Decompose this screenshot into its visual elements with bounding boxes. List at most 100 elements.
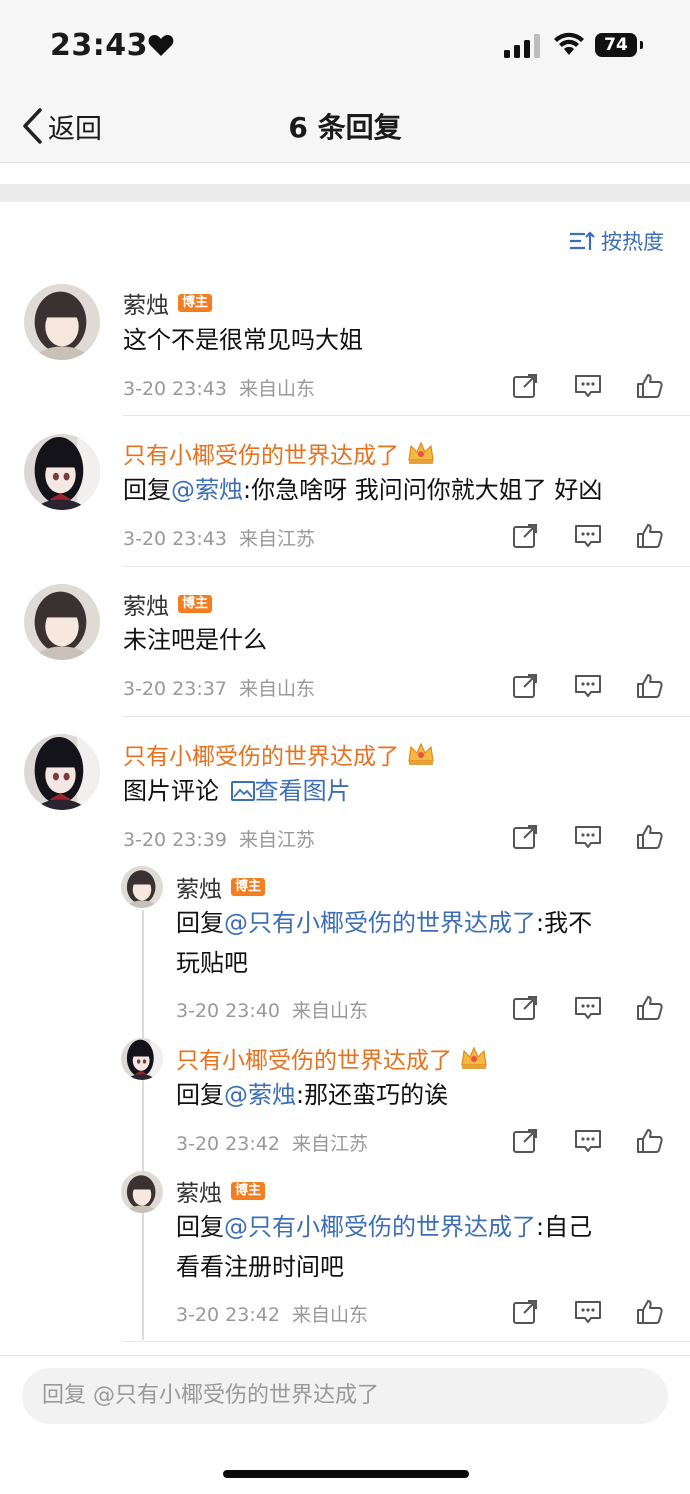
mention-link[interactable]: @只有小椰受伤的世界达成了 xyxy=(224,1213,536,1241)
view-image-label: 查看图片 xyxy=(254,777,351,805)
reply-prefix: 回复 xyxy=(176,1081,224,1109)
reply-footer: 回复 @只有小椰受伤的世界达成了 xyxy=(0,1355,690,1494)
avatar[interactable] xyxy=(24,434,100,510)
comment-location: 来自江苏 xyxy=(238,528,315,550)
comment-body: 未注吧是什么 xyxy=(123,626,267,654)
share-icon[interactable] xyxy=(511,672,539,700)
page-title: 6 条回复 xyxy=(288,111,402,144)
comment-icon[interactable] xyxy=(574,1298,602,1326)
avatar[interactable] xyxy=(121,866,163,908)
avatar[interactable] xyxy=(24,734,100,810)
blogger-badge: 博主 xyxy=(231,878,266,896)
reply-username[interactable]: 萦烛 博主 xyxy=(176,1174,266,1208)
divider xyxy=(123,1341,690,1342)
like-icon[interactable] xyxy=(636,372,664,400)
divider xyxy=(123,716,690,717)
comment-icon[interactable] xyxy=(574,372,602,400)
comment-icon[interactable] xyxy=(574,994,602,1022)
crown-icon xyxy=(408,442,434,465)
comment-body: 图片评论 xyxy=(123,777,219,805)
comment-text: 回复@萦烛:你急啥呀 我问问你就大姐了 好凶 xyxy=(123,470,602,510)
reply-username[interactable]: 萦烛 博主 xyxy=(176,870,266,904)
share-icon[interactable] xyxy=(511,372,539,400)
comment-icon[interactable] xyxy=(574,823,602,851)
reply-location: 来自山东 xyxy=(291,1000,368,1022)
avatar[interactable] xyxy=(24,584,100,660)
reply-location: 来自江苏 xyxy=(291,1133,368,1155)
comment-meta: 3-20 23:37 来自山东 xyxy=(123,674,315,701)
avatar[interactable] xyxy=(121,1171,163,1213)
crown-icon xyxy=(461,1047,487,1070)
comment-body: :你急啥呀 我问问你就大姐了 好凶 xyxy=(243,476,603,504)
home-indicator[interactable] xyxy=(223,1470,469,1478)
reply-prefix: 回复 xyxy=(176,909,224,937)
reply-location: 来自山东 xyxy=(291,1304,368,1326)
reply-meta: 3-20 23:42 来自山东 xyxy=(176,1300,368,1327)
battery-icon: 74 xyxy=(595,33,637,57)
reply-username[interactable]: 只有小椰受伤的世界达成了 xyxy=(176,1041,488,1075)
share-icon[interactable] xyxy=(511,522,539,550)
mention-link[interactable]: @萦烛 xyxy=(224,1081,296,1109)
like-icon[interactable] xyxy=(636,672,664,700)
comment-username[interactable]: 萦烛 博主 xyxy=(123,286,213,320)
reply-time: 3-20 23:42 xyxy=(176,1133,280,1155)
mention-link[interactable]: @只有小椰受伤的世界达成了 xyxy=(224,909,536,937)
reply-thread-line xyxy=(142,910,144,1340)
mention-link[interactable]: @萦烛 xyxy=(171,476,243,504)
image-icon xyxy=(230,781,255,801)
reply-input[interactable]: 回复 @只有小椰受伤的世界达成了 xyxy=(22,1368,668,1424)
reply-time: 3-20 23:42 xyxy=(176,1304,280,1326)
comment-text: 图片评论 查看图片 xyxy=(123,771,351,811)
sort-label: 按热度 xyxy=(601,230,664,254)
share-icon[interactable] xyxy=(511,994,539,1022)
like-icon[interactable] xyxy=(636,522,664,550)
nav-bar: 返回 6 条回复 xyxy=(0,92,690,163)
share-icon[interactable] xyxy=(511,1298,539,1326)
share-icon[interactable] xyxy=(511,1127,539,1155)
reply-meta: 3-20 23:42 来自江苏 xyxy=(176,1129,368,1156)
username-text: 只有小椰受伤的世界达成了 xyxy=(123,744,399,770)
comment-username[interactable]: 萦烛 博主 xyxy=(123,587,213,621)
username-text: 萦烛 xyxy=(176,1181,222,1207)
crown-icon xyxy=(408,743,434,766)
cellular-signal-icon xyxy=(504,34,540,58)
comment-icon[interactable] xyxy=(574,522,602,550)
reply-body: :自己 xyxy=(536,1213,593,1241)
username-text: 只有小椰受伤的世界达成了 xyxy=(176,1048,452,1074)
reply-text: 回复@只有小椰受伤的世界达成了:自己 看看注册时间吧 xyxy=(176,1207,666,1287)
comment-time: 3-20 23:39 xyxy=(123,829,227,851)
blogger-badge: 博主 xyxy=(231,1182,266,1200)
comment-icon[interactable] xyxy=(574,672,602,700)
avatar[interactable] xyxy=(24,284,100,360)
share-icon[interactable] xyxy=(511,823,539,851)
username-text: 萦烛 xyxy=(123,293,169,319)
comment-location: 来自江苏 xyxy=(238,829,315,851)
like-icon[interactable] xyxy=(636,823,664,851)
like-icon[interactable] xyxy=(636,1127,664,1155)
comment-meta: 3-20 23:39 来自江苏 xyxy=(123,825,315,852)
like-icon[interactable] xyxy=(636,994,664,1022)
comment-meta: 3-20 23:43 来自山东 xyxy=(123,374,315,401)
username-text: 萦烛 xyxy=(123,594,169,620)
like-icon[interactable] xyxy=(636,1298,664,1326)
blogger-badge: 博主 xyxy=(178,294,213,312)
status-time: 23:43 xyxy=(50,28,148,63)
comment-location: 来自山东 xyxy=(238,378,315,400)
comment-username[interactable]: 只有小椰受伤的世界达成了 xyxy=(123,737,435,771)
heart-icon xyxy=(148,35,174,56)
comment-username[interactable]: 只有小椰受伤的世界达成了 xyxy=(123,436,435,470)
comment-icon[interactable] xyxy=(574,1127,602,1155)
status-bar: 23:43 74 xyxy=(0,0,690,92)
username-text: 萦烛 xyxy=(176,877,222,903)
view-image-link[interactable]: 查看图片 xyxy=(230,777,351,805)
blogger-badge: 博主 xyxy=(178,595,213,613)
comment-body: 这个不是很常见吗大姐 xyxy=(123,326,363,354)
avatar[interactable] xyxy=(121,1038,163,1080)
sort-by-hot-button[interactable]: 按热度 xyxy=(569,226,664,256)
wifi-icon xyxy=(554,32,584,55)
section-separator xyxy=(0,184,690,202)
divider xyxy=(123,415,690,416)
comment-location: 来自山东 xyxy=(238,678,315,700)
reply-body: :那还蛮巧的诶 xyxy=(296,1081,449,1109)
reply-text: 回复@只有小椰受伤的世界达成了:我不 玩贴吧 xyxy=(176,903,666,983)
